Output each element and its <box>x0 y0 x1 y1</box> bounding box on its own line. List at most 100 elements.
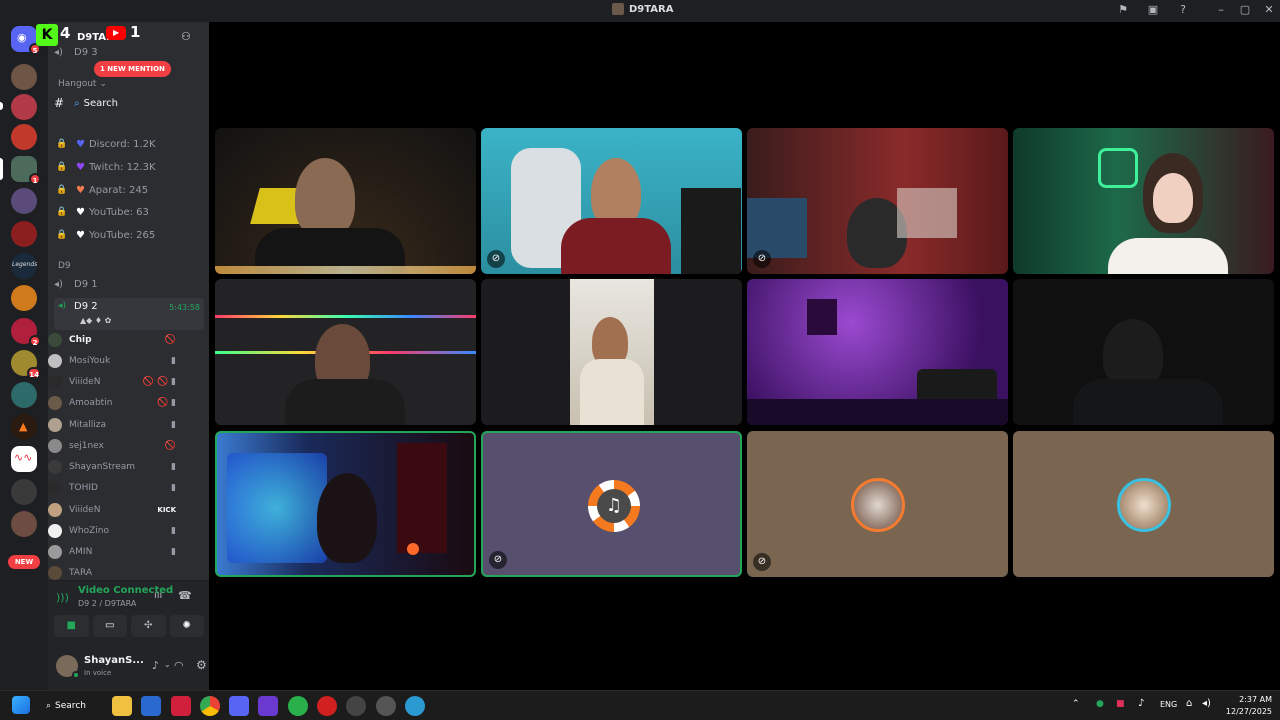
video-tile-5[interactable] <box>215 279 476 425</box>
voice-user-row[interactable]: AMIN ▮ <box>48 542 176 562</box>
tray-app-icon[interactable]: ● <box>1096 699 1104 709</box>
voice-user-row[interactable]: ViiideN 🚫 🚫 ▮ <box>48 372 176 392</box>
voice-user-name: sej1nex <box>69 441 104 451</box>
x-app-icon[interactable] <box>171 696 191 716</box>
video-tile-1[interactable] <box>215 128 476 274</box>
category-hangout[interactable]: Hangout ⌄ <box>58 79 107 89</box>
voice-user-name: TARA <box>69 568 93 578</box>
store-icon[interactable] <box>141 696 161 716</box>
stat-channel-youtube-2[interactable]: 🔒 ♥ YouTube: 265 <box>54 225 155 245</box>
voice-user-row[interactable]: sej1nex 🚫 <box>48 436 176 456</box>
server-14[interactable] <box>11 479 37 505</box>
video-tile-3[interactable]: ⊘ <box>747 128 1008 274</box>
video-tile-9[interactable] <box>215 431 476 577</box>
voice-user-row[interactable]: TOHID ▮ <box>48 478 176 498</box>
telegram-icon[interactable] <box>405 696 425 716</box>
taskbar-search[interactable]: ⌕ Search <box>46 696 100 716</box>
server-15[interactable] <box>11 511 37 537</box>
video-tile-2[interactable]: ⊘ <box>481 128 742 274</box>
obs-icon[interactable] <box>346 696 366 716</box>
chrome-icon[interactable] <box>200 696 220 716</box>
screenshare-button[interactable]: ▭ <box>92 615 127 637</box>
new-mention-badge[interactable]: 1 NEW MENTION <box>94 61 171 77</box>
voice-user-row[interactable]: Chip 🚫 <box>48 330 176 350</box>
server-10[interactable]: 14 <box>11 350 41 379</box>
tray-mic-icon[interactable]: ♪ <box>1138 698 1144 709</box>
start-windows-icon[interactable] <box>12 696 30 714</box>
headphones-icon[interactable]: ◠ <box>174 659 184 672</box>
voice-user-row[interactable]: Amoabtin 🚫 ▮ <box>48 393 176 413</box>
flame-icon: ▲ <box>19 420 28 433</box>
network-icon[interactable]: ⌂ <box>1186 698 1192 709</box>
heart-white-icon: ♥ <box>76 229 85 241</box>
server-12[interactable]: ▲ <box>11 414 37 440</box>
volume-icon[interactable]: ◂) <box>1202 698 1211 709</box>
channel-search[interactable]: # ⌕ Search <box>54 93 118 113</box>
r-app-icon[interactable] <box>258 696 278 716</box>
video-tile-7[interactable] <box>747 279 1008 425</box>
new-badge[interactable]: NEW <box>8 555 40 569</box>
voice-user-row[interactable]: ViiideN KICK <box>48 500 176 520</box>
voice-user-row[interactable]: MosiYouk ▮ <box>48 351 176 371</box>
server-2[interactable] <box>11 94 37 120</box>
server-8[interactable] <box>11 285 37 311</box>
category-d9[interactable]: D9 <box>58 261 71 271</box>
taskbar-clock[interactable]: 2:37 AM 12/27/2025 <box>1222 694 1272 718</box>
server-3[interactable] <box>11 124 37 150</box>
video-tile-8[interactable] <box>1013 279 1274 425</box>
close-icon[interactable]: ✕ <box>1262 3 1276 17</box>
voice-user-row[interactable]: WhoZino ▮ <box>48 521 176 541</box>
help-icon[interactable]: ? <box>1176 3 1190 17</box>
voice-channel-d9-2[interactable]: ◂) D9 2 5:43:58 ▲◆ ♦ ✿ <box>54 298 204 330</box>
soundboard-button[interactable]: ✺ <box>169 615 204 637</box>
video-tile-4[interactable] <box>1013 128 1274 274</box>
stat-channel-aparat[interactable]: 🔒 ♥ Aparat: 245 <box>54 180 148 200</box>
video-tile-10[interactable]: ♫ ⊘ <box>481 431 742 577</box>
player-icon[interactable] <box>376 696 396 716</box>
inbox-flag-icon[interactable]: ⚑ <box>1116 3 1130 17</box>
voice-user-row[interactable]: ShayanStream ▮ <box>48 457 176 477</box>
microphone-icon[interactable]: ♪ <box>152 659 159 672</box>
server-4[interactable]: 1 <box>11 156 41 185</box>
voice-connection-panel: ))) Video Connected D9 2 / D9TARA ııı ☎ … <box>48 580 209 691</box>
stat-channel-twitch[interactable]: 🔒 ♥ Twitch: 12.3K <box>54 157 155 177</box>
video-tile-6[interactable] <box>481 279 742 425</box>
minimize-icon[interactable]: – <box>1214 3 1228 17</box>
voice-channel-d9-1[interactable]: ◂) D9 1 <box>54 274 98 294</box>
stat-channel-youtube[interactable]: 🔒 ♥ YouTube: 63 <box>54 202 149 222</box>
voice-user-avatar <box>48 460 62 474</box>
server-13[interactable]: ∿∿ <box>11 446 37 472</box>
channel-d9-3[interactable]: ◂) D9 3 <box>54 46 98 58</box>
voice-user-status-icons: ▮ <box>171 420 176 430</box>
server-legends[interactable]: Legends <box>11 253 37 279</box>
server-6[interactable] <box>11 221 37 247</box>
xbox-icon[interactable] <box>288 696 308 716</box>
home-button[interactable]: ◉ 5 <box>11 26 41 55</box>
stat-channel-discord[interactable]: 🔒 ♥ Discord: 1.2K <box>54 134 155 154</box>
server-11[interactable] <box>11 382 37 408</box>
file-explorer-icon[interactable] <box>112 696 132 716</box>
chevron-down-icon[interactable]: ⌄ <box>164 660 171 669</box>
disconnect-icon[interactable]: ☎ <box>178 589 192 602</box>
user-name[interactable]: ShayanS... <box>84 655 144 666</box>
voice-user-row[interactable]: Mitalliza ▮ <box>48 415 176 435</box>
tray-app2-icon[interactable]: ■ <box>1116 699 1125 709</box>
maximize-icon[interactable]: ▢ <box>1238 3 1252 17</box>
camera-button[interactable]: ■ <box>54 615 89 637</box>
discord-taskbar-icon[interactable] <box>229 696 249 716</box>
language-indicator[interactable]: ENG <box>1160 700 1177 709</box>
settings-gear-icon[interactable]: ⚙ <box>196 658 207 672</box>
media-app-icon[interactable] <box>317 696 337 716</box>
tray-chevron-up-icon[interactable]: ⌃ <box>1072 699 1080 709</box>
user-avatar[interactable] <box>56 655 80 679</box>
server-9[interactable]: 2 <box>11 318 41 347</box>
server-1[interactable] <box>11 64 37 90</box>
inbox-icon[interactable]: ▣ <box>1146 3 1160 17</box>
add-member-icon[interactable]: ⚇ <box>181 30 191 43</box>
activities-button[interactable]: ✣ <box>131 615 166 637</box>
voice-status-subtitle[interactable]: D9 2 / D9TARA <box>78 599 136 608</box>
video-tile-12[interactable] <box>1013 431 1274 577</box>
noise-suppression-icon[interactable]: ııı <box>154 590 162 601</box>
server-5[interactable] <box>11 188 37 214</box>
video-tile-11[interactable]: ⊘ <box>747 431 1008 577</box>
